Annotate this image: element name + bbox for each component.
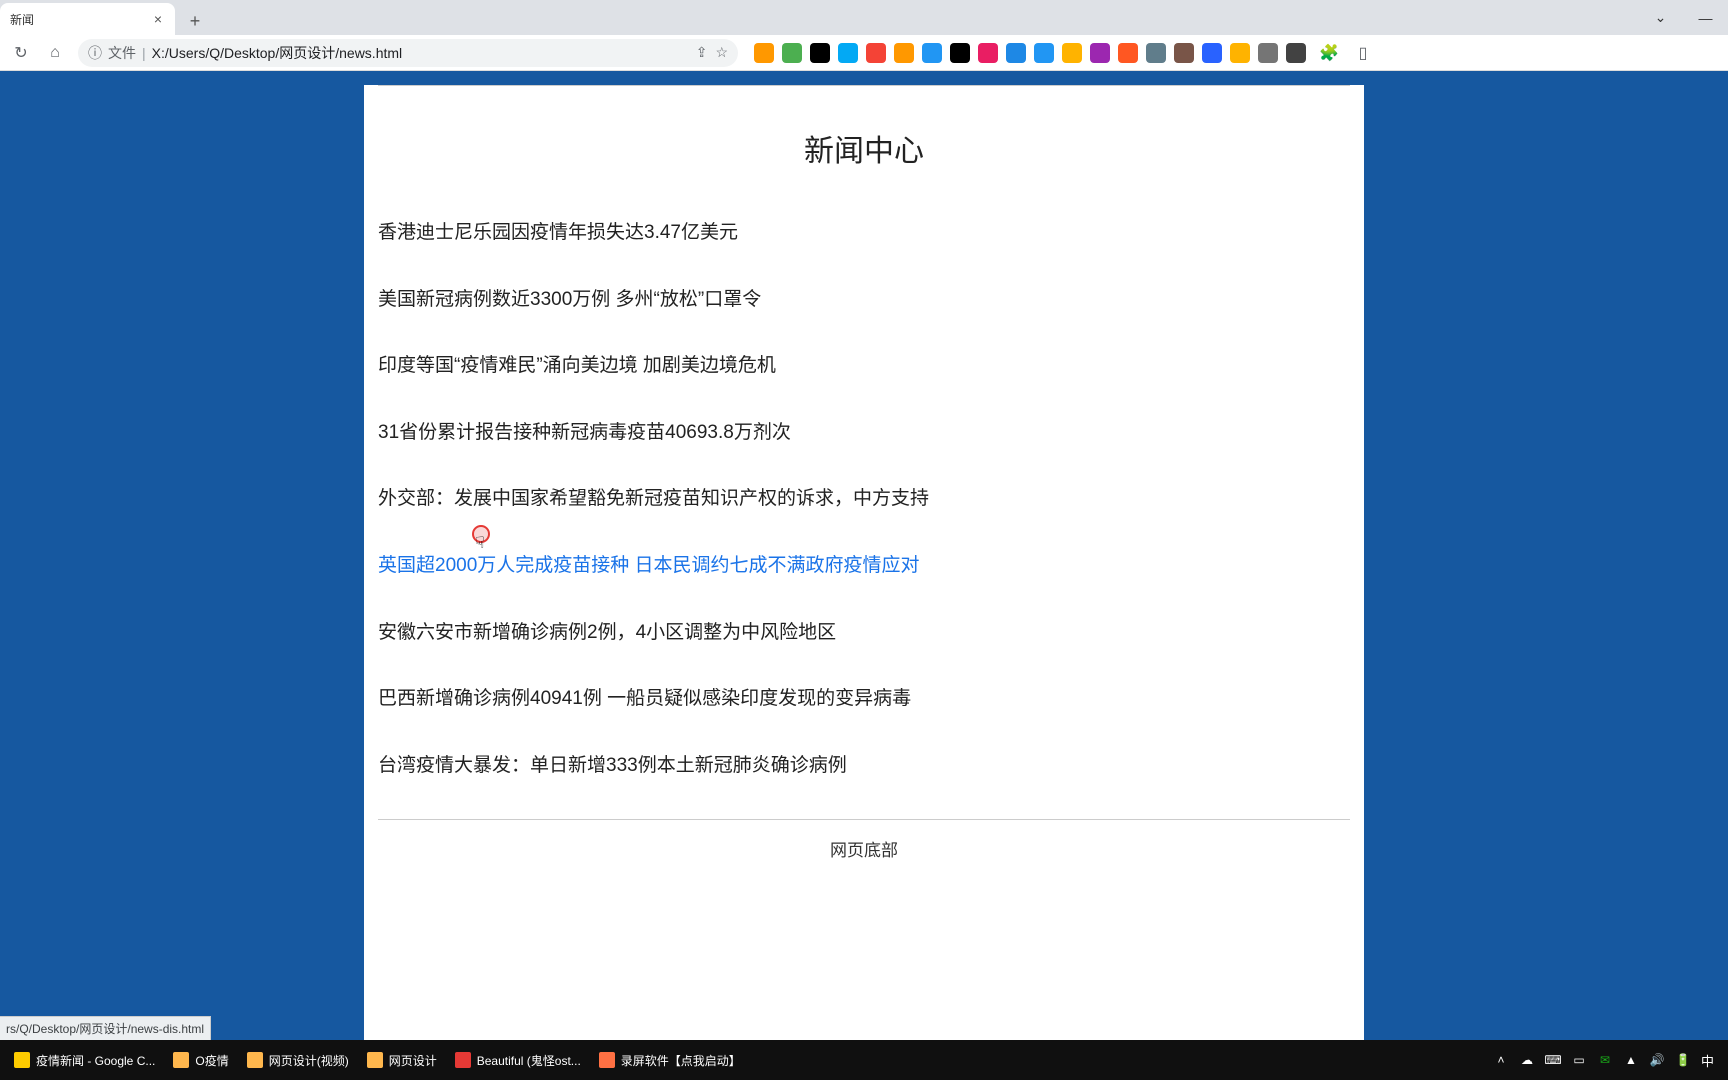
info-icon[interactable]: ⓘ [88,43,102,63]
share-icon[interactable]: ⇪ [696,44,708,61]
taskbar-app[interactable]: 疫情新闻 - Google C... [6,1044,163,1076]
tray-onedrive-icon[interactable]: ☁ [1519,1052,1535,1068]
system-tray: ˄ ☁ ⌨ ▭ ✉ ▲ 🔊 🔋 中 [1493,1051,1722,1070]
extension-icon[interactable] [754,43,774,63]
window-controls: ⌄ — [1638,0,1728,35]
browser-toolbar: ↻ ⌂ ⓘ 文件 | X:/Users/Q/Desktop/网页设计/news.… [0,35,1728,71]
extension-icon[interactable] [838,43,858,63]
extension-icon[interactable] [978,43,998,63]
taskbar-app-label: 网页设计 [389,1052,437,1069]
news-list: 香港迪士尼乐园因疫情年损失达3.47亿美元美国新冠病例数近3300万例 多州“放… [378,220,1350,779]
cursor-indicator: ☟ [472,525,490,543]
tray-power-icon[interactable]: 🔋 [1675,1052,1691,1068]
tray-up-icon[interactable]: ˄ [1493,1052,1509,1068]
taskbar-app-label: O疫情 [195,1052,228,1069]
close-icon[interactable]: × [151,12,165,26]
tab-title: 新闻 [10,11,145,28]
url-text: X:/Users/Q/Desktop/网页设计/news.html [152,43,690,63]
extension-icon[interactable] [1034,43,1054,63]
extension-icon[interactable] [1118,43,1138,63]
extension-icon[interactable] [1258,43,1278,63]
address-bar[interactable]: ⓘ 文件 | X:/Users/Q/Desktop/网页设计/news.html… [78,39,738,67]
page-viewport: 新闻中心 香港迪士尼乐园因疫情年损失达3.47亿美元美国新冠病例数近3300万例… [0,71,1728,1040]
minimize-icon[interactable]: — [1683,0,1728,35]
extension-icon[interactable] [810,43,830,63]
taskbar-app-label: 疫情新闻 - Google C... [36,1052,155,1069]
separator: | [142,45,146,61]
extension-icon[interactable] [1062,43,1082,63]
home-icon[interactable]: ⌂ [40,38,70,68]
taskbar-app-label: 网页设计(视频) [269,1052,349,1069]
taskbar-app[interactable]: 录屏软件【点我启动】 [591,1044,749,1076]
taskbar-app-icon [599,1052,615,1068]
news-item[interactable]: 外交部：发展中国家希望豁免新冠疫苗知识产权的诉求，中方支持 [378,486,1350,513]
taskbar-app[interactable]: Beautiful (鬼怪ost... [447,1044,589,1076]
extension-icon[interactable] [922,43,942,63]
ime-indicator[interactable]: 中 [1701,1051,1714,1070]
news-item[interactable]: 美国新冠病例数近3300万例 多州“放松”口罩令 [378,287,1350,314]
tray-keyboard-icon[interactable]: ⌨ [1545,1052,1561,1068]
news-item[interactable]: 印度等国“疫情难民”涌向美边境 加剧美边境危机 [378,353,1350,380]
taskbar-app[interactable]: O疫情 [165,1044,236,1076]
tray-volume-icon[interactable]: 🔊 [1649,1052,1665,1068]
news-item[interactable]: 31省份累计报告接种新冠病毒疫苗40693.8万剂次 [378,420,1350,447]
taskbar: 疫情新闻 - Google C... O疫情 网页设计(视频) 网页设计 Beautif… [0,1040,1728,1080]
link-status-bar: rs/Q/Desktop/网页设计/news-dis.html [0,1016,211,1040]
taskbar-app-icon [455,1052,471,1068]
news-item[interactable]: 英国超2000万人完成疫苗接种 日本民调约七成不满政府疫情应对 [378,553,1350,580]
extension-icon[interactable] [950,43,970,63]
page-title: 新闻中心 [378,126,1350,170]
taskbar-app[interactable]: 网页设计 [359,1044,445,1076]
extension-icon[interactable] [894,43,914,63]
taskbar-app-label: Beautiful (鬼怪ost... [477,1052,581,1069]
news-item[interactable]: 香港迪士尼乐园因疫情年损失达3.47亿美元 [378,220,1350,247]
extension-icon[interactable] [866,43,886,63]
taskbar-app-icon [173,1052,189,1068]
address-prefix: 文件 [108,43,136,63]
browser-tab[interactable]: 新闻 × [0,3,175,35]
page-footer: 网页底部 [378,836,1350,861]
tray-network-icon[interactable]: ▲ [1623,1052,1639,1068]
new-tab-button[interactable]: + [181,7,209,35]
extension-icon[interactable] [782,43,802,63]
extensions-row [754,43,1306,63]
address-actions: ⇪ ☆ [696,44,728,61]
tray-wechat-icon[interactable]: ✉ [1597,1052,1613,1068]
bookmark-icon[interactable]: ☆ [715,44,728,61]
taskbar-items: 疫情新闻 - Google C... O疫情 网页设计(视频) 网页设计 Beautif… [6,1044,749,1076]
extension-icon[interactable] [1090,43,1110,63]
tray-battery-icon[interactable]: ▭ [1571,1052,1587,1068]
taskbar-app-icon [367,1052,383,1068]
extension-icon[interactable] [1006,43,1026,63]
browser-tabstrip: 新闻 × + ⌄ — [0,0,1728,35]
pointer-hand-icon: ☟ [475,533,485,553]
taskbar-app-label: 录屏软件【点我启动】 [621,1052,741,1069]
extension-icon[interactable] [1202,43,1222,63]
extension-icon[interactable] [1146,43,1166,63]
taskbar-app[interactable]: 网页设计(视频) [239,1044,357,1076]
news-item[interactable]: 安徽六安市新增确诊病例2例，4小区调整为中风险地区 [378,620,1350,647]
tab-dropdown-icon[interactable]: ⌄ [1638,0,1683,35]
overflow-icon[interactable]: ▯ [1348,38,1378,68]
taskbar-app-icon [247,1052,263,1068]
reload-icon[interactable]: ↻ [6,38,36,68]
extensions-menu-icon[interactable]: 🧩 [1314,38,1344,68]
extension-icon[interactable] [1286,43,1306,63]
taskbar-app-icon [14,1052,30,1068]
news-item[interactable]: 台湾疫情大暴发：单日新增333例本土新冠肺炎确诊病例 [378,753,1350,780]
news-item[interactable]: 巴西新增确诊病例40941例 一船员疑似感染印度发现的变异病毒 [378,686,1350,713]
divider-top [378,85,1350,86]
extension-icon[interactable] [1230,43,1250,63]
page-content: 新闻中心 香港迪士尼乐园因疫情年损失达3.47亿美元美国新冠病例数近3300万例… [364,85,1364,1040]
divider-bottom [378,819,1350,820]
extension-icon[interactable] [1174,43,1194,63]
